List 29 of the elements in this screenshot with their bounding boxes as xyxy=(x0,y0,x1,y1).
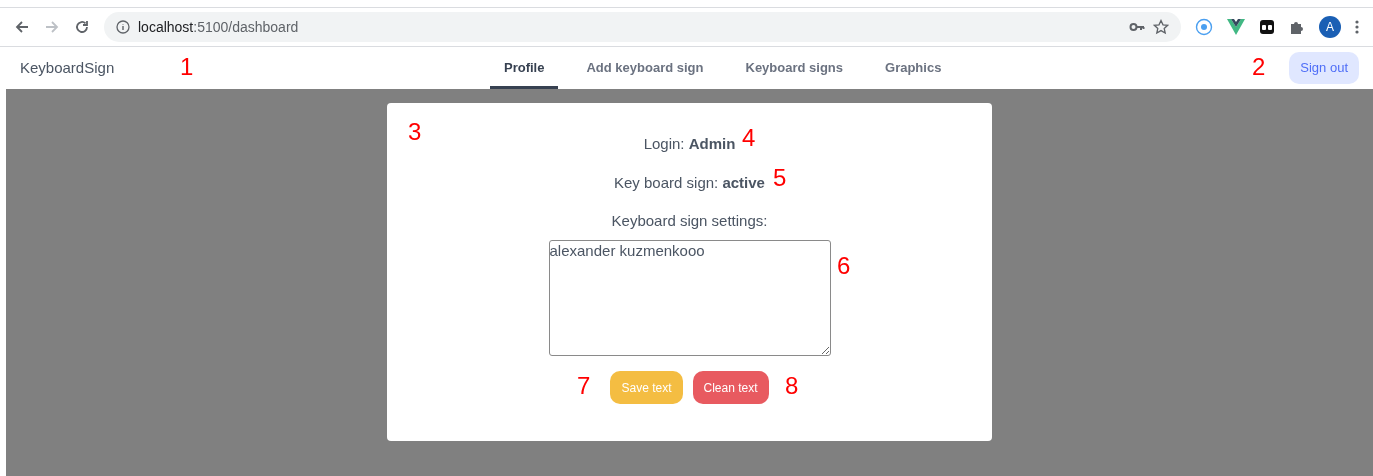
callout-number: 7 xyxy=(577,372,591,400)
callout-number: 4 xyxy=(742,124,756,152)
info-icon xyxy=(116,20,130,34)
clean-text-button[interactable]: Clean text xyxy=(692,371,769,404)
puzzle-icon[interactable] xyxy=(1289,19,1305,35)
back-icon[interactable] xyxy=(14,19,30,35)
callout-number: 8 xyxy=(785,372,799,400)
callout-number: 2 xyxy=(1252,53,1266,81)
star-icon[interactable] xyxy=(1153,19,1169,35)
vue-icon[interactable] xyxy=(1227,19,1245,35)
callout-number: 5 xyxy=(773,164,787,192)
nav-tab[interactable]: Graphics xyxy=(871,47,956,89)
brand-name[interactable]: KeyboardSign xyxy=(20,56,115,80)
nav-tab[interactable]: Keyboard signs xyxy=(731,47,858,89)
settings-label: Keyboard sign settings: xyxy=(611,211,768,231)
callout-number: 6 xyxy=(837,252,851,280)
sign-out-button[interactable]: Sign out xyxy=(1289,52,1359,84)
nav-tab[interactable]: Add keyboard sign xyxy=(572,47,718,89)
login-text: Login: Admin xyxy=(643,134,736,154)
extension-icon[interactable] xyxy=(1259,19,1275,35)
url-text: localhost:5100/dashboard xyxy=(138,17,299,37)
reload-icon[interactable] xyxy=(74,19,90,35)
callout-number: 3 xyxy=(408,118,422,146)
keyboard-sign-status: Key board sign: active xyxy=(614,173,765,193)
settings-textarea[interactable]: alexander kuzmenkooo xyxy=(548,240,831,356)
callout-number: 1 xyxy=(180,53,194,81)
menu-icon[interactable] xyxy=(1355,19,1359,35)
profile-avatar[interactable]: A xyxy=(1319,16,1341,38)
address-bar[interactable]: localhost:5100/dashboard xyxy=(104,12,1181,42)
